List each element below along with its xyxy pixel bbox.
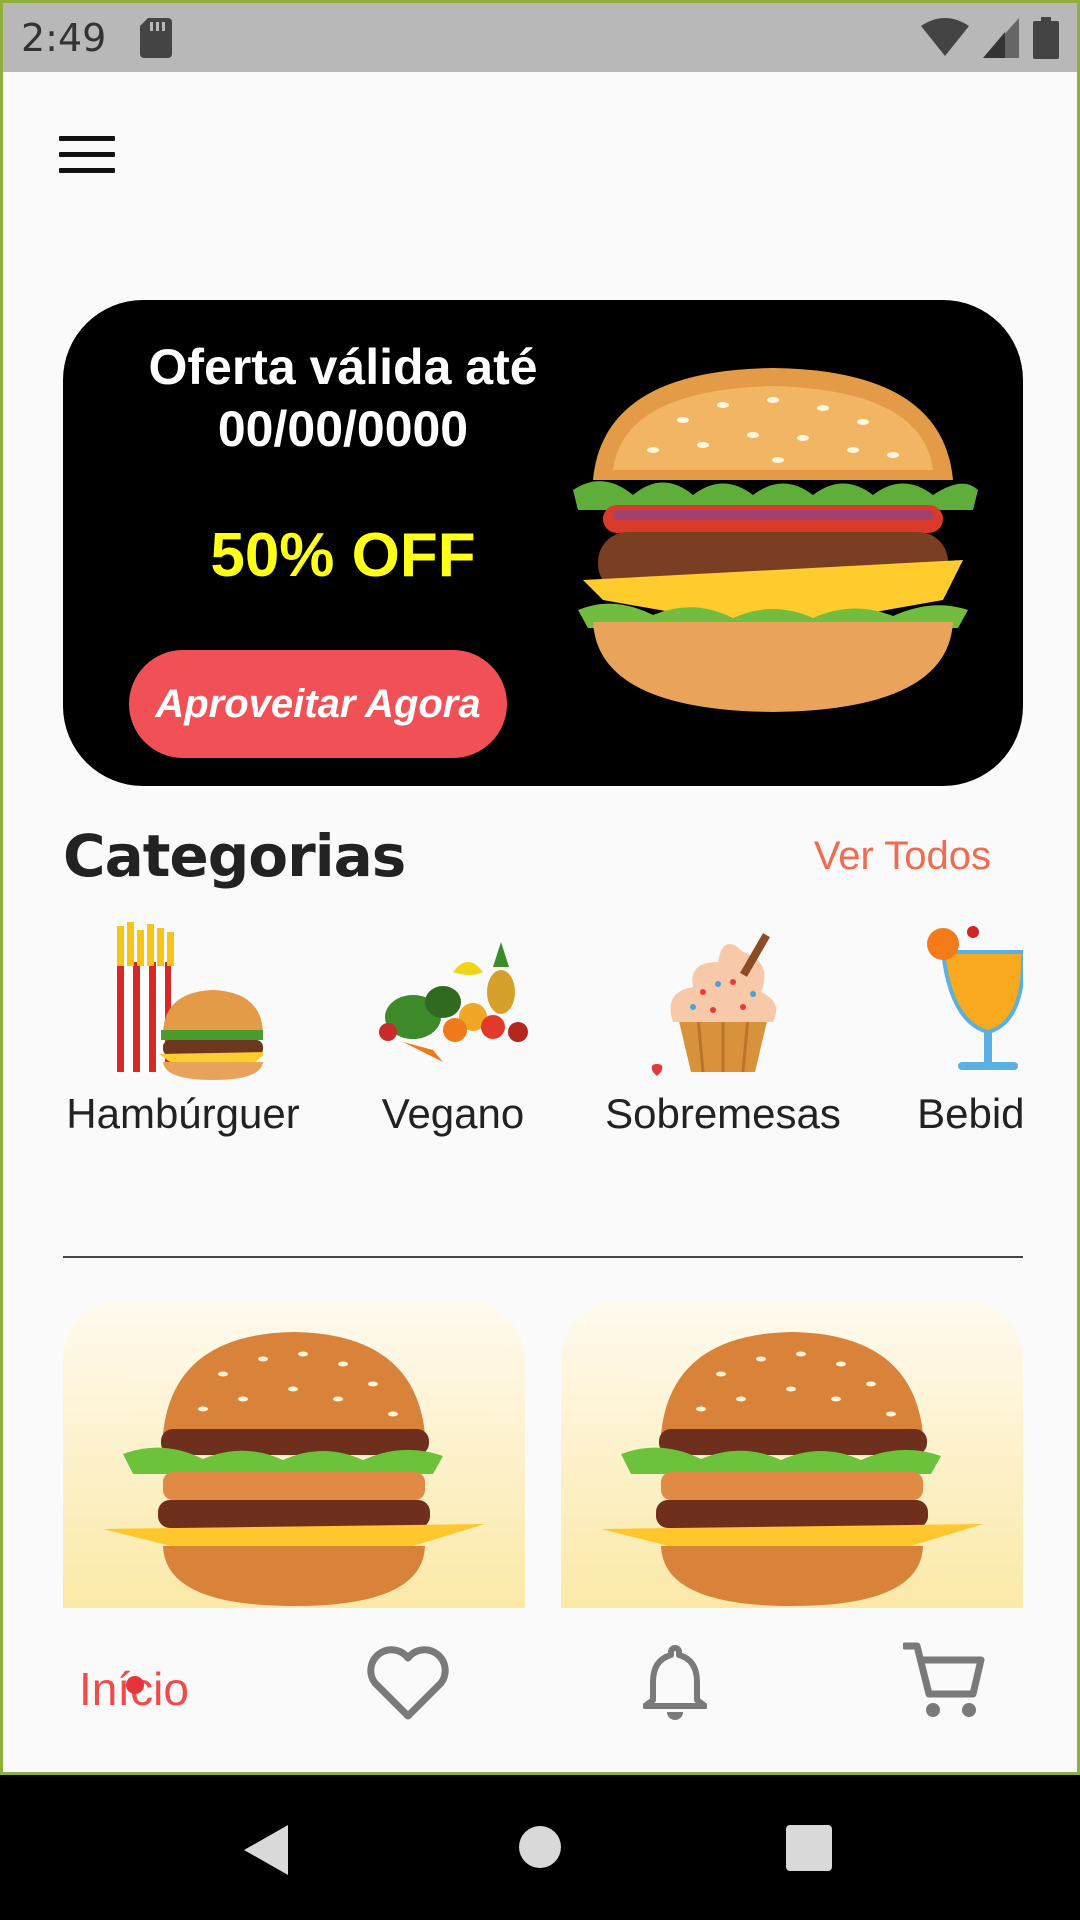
category-item-hamburger[interactable]: Hambúrguer	[63, 922, 303, 1222]
category-label: Hambúrguer	[66, 1090, 300, 1137]
categories-title: Categorias	[63, 822, 406, 890]
promo-claim-button[interactable]: Aproveitar Agora	[129, 650, 507, 758]
vegetables-icon	[379, 942, 528, 1062]
home-circle-icon[interactable]	[518, 1825, 562, 1869]
promo-text: Oferta válida até 00/00/0000 50% OFF	[93, 336, 593, 591]
product-card[interactable]	[63, 1300, 525, 1608]
category-item-desserts[interactable]: Sobremesas	[603, 922, 843, 1222]
wifi-icon	[921, 17, 969, 56]
category-label: Bebidas	[917, 1090, 1023, 1137]
promo-title-line2: 00/00/0000	[217, 401, 469, 457]
recents-square-icon[interactable]	[786, 1825, 832, 1871]
app-screen: Oferta válida até 00/00/0000 50% OFF Apr…	[0, 72, 1080, 1775]
double-burger-image	[601, 1332, 983, 1606]
divider	[63, 1256, 1023, 1258]
notifications-bell-icon	[643, 1645, 707, 1720]
back-icon[interactable]	[244, 1825, 288, 1875]
category-label: Vegano	[381, 1090, 525, 1137]
category-label: Sobremesas	[605, 1090, 841, 1137]
see-all-link[interactable]: Ver Todos	[814, 834, 991, 879]
android-navigation-bar	[0, 1775, 1080, 1920]
cell-signal-icon	[983, 17, 1019, 58]
menu-line	[59, 136, 115, 141]
promo-discount: 50% OFF	[210, 521, 476, 590]
category-list[interactable]: Hambúrguer Vegano Sobremesas Bebid	[63, 922, 1023, 1222]
product-card[interactable]	[561, 1300, 1023, 1608]
nav-notifications[interactable]	[583, 1632, 783, 1762]
double-burger-image	[103, 1332, 485, 1606]
burger-fries-icon	[113, 922, 263, 1080]
nav-cart[interactable]	[853, 1632, 1053, 1762]
battery-icon	[1033, 16, 1059, 59]
category-item-vegan[interactable]: Vegano	[333, 922, 573, 1222]
status-bar: 2:49	[0, 0, 1080, 72]
promo-banner: Oferta válida até 00/00/0000 50% OFF Apr…	[63, 300, 1023, 786]
hamburger-menu-button[interactable]	[59, 136, 115, 180]
favorites-heart-icon	[367, 1646, 449, 1720]
bottom-navigation: Início	[3, 1632, 1077, 1772]
promo-title-line1: Oferta válida até	[148, 339, 538, 395]
cart-icon	[903, 1642, 985, 1717]
cocktail-icon	[927, 926, 1023, 1070]
menu-line	[59, 152, 115, 157]
cupcake-icon	[651, 933, 777, 1076]
nav-favorites[interactable]	[313, 1632, 513, 1762]
nav-active-indicator	[126, 1676, 144, 1694]
sd-card-icon	[140, 17, 173, 58]
burger-image	[573, 368, 978, 712]
menu-line	[59, 168, 115, 173]
category-item-drinks[interactable]: Bebidas	[873, 922, 1023, 1222]
status-time: 2:49	[21, 15, 107, 60]
nav-home[interactable]: Início	[3, 1632, 203, 1762]
